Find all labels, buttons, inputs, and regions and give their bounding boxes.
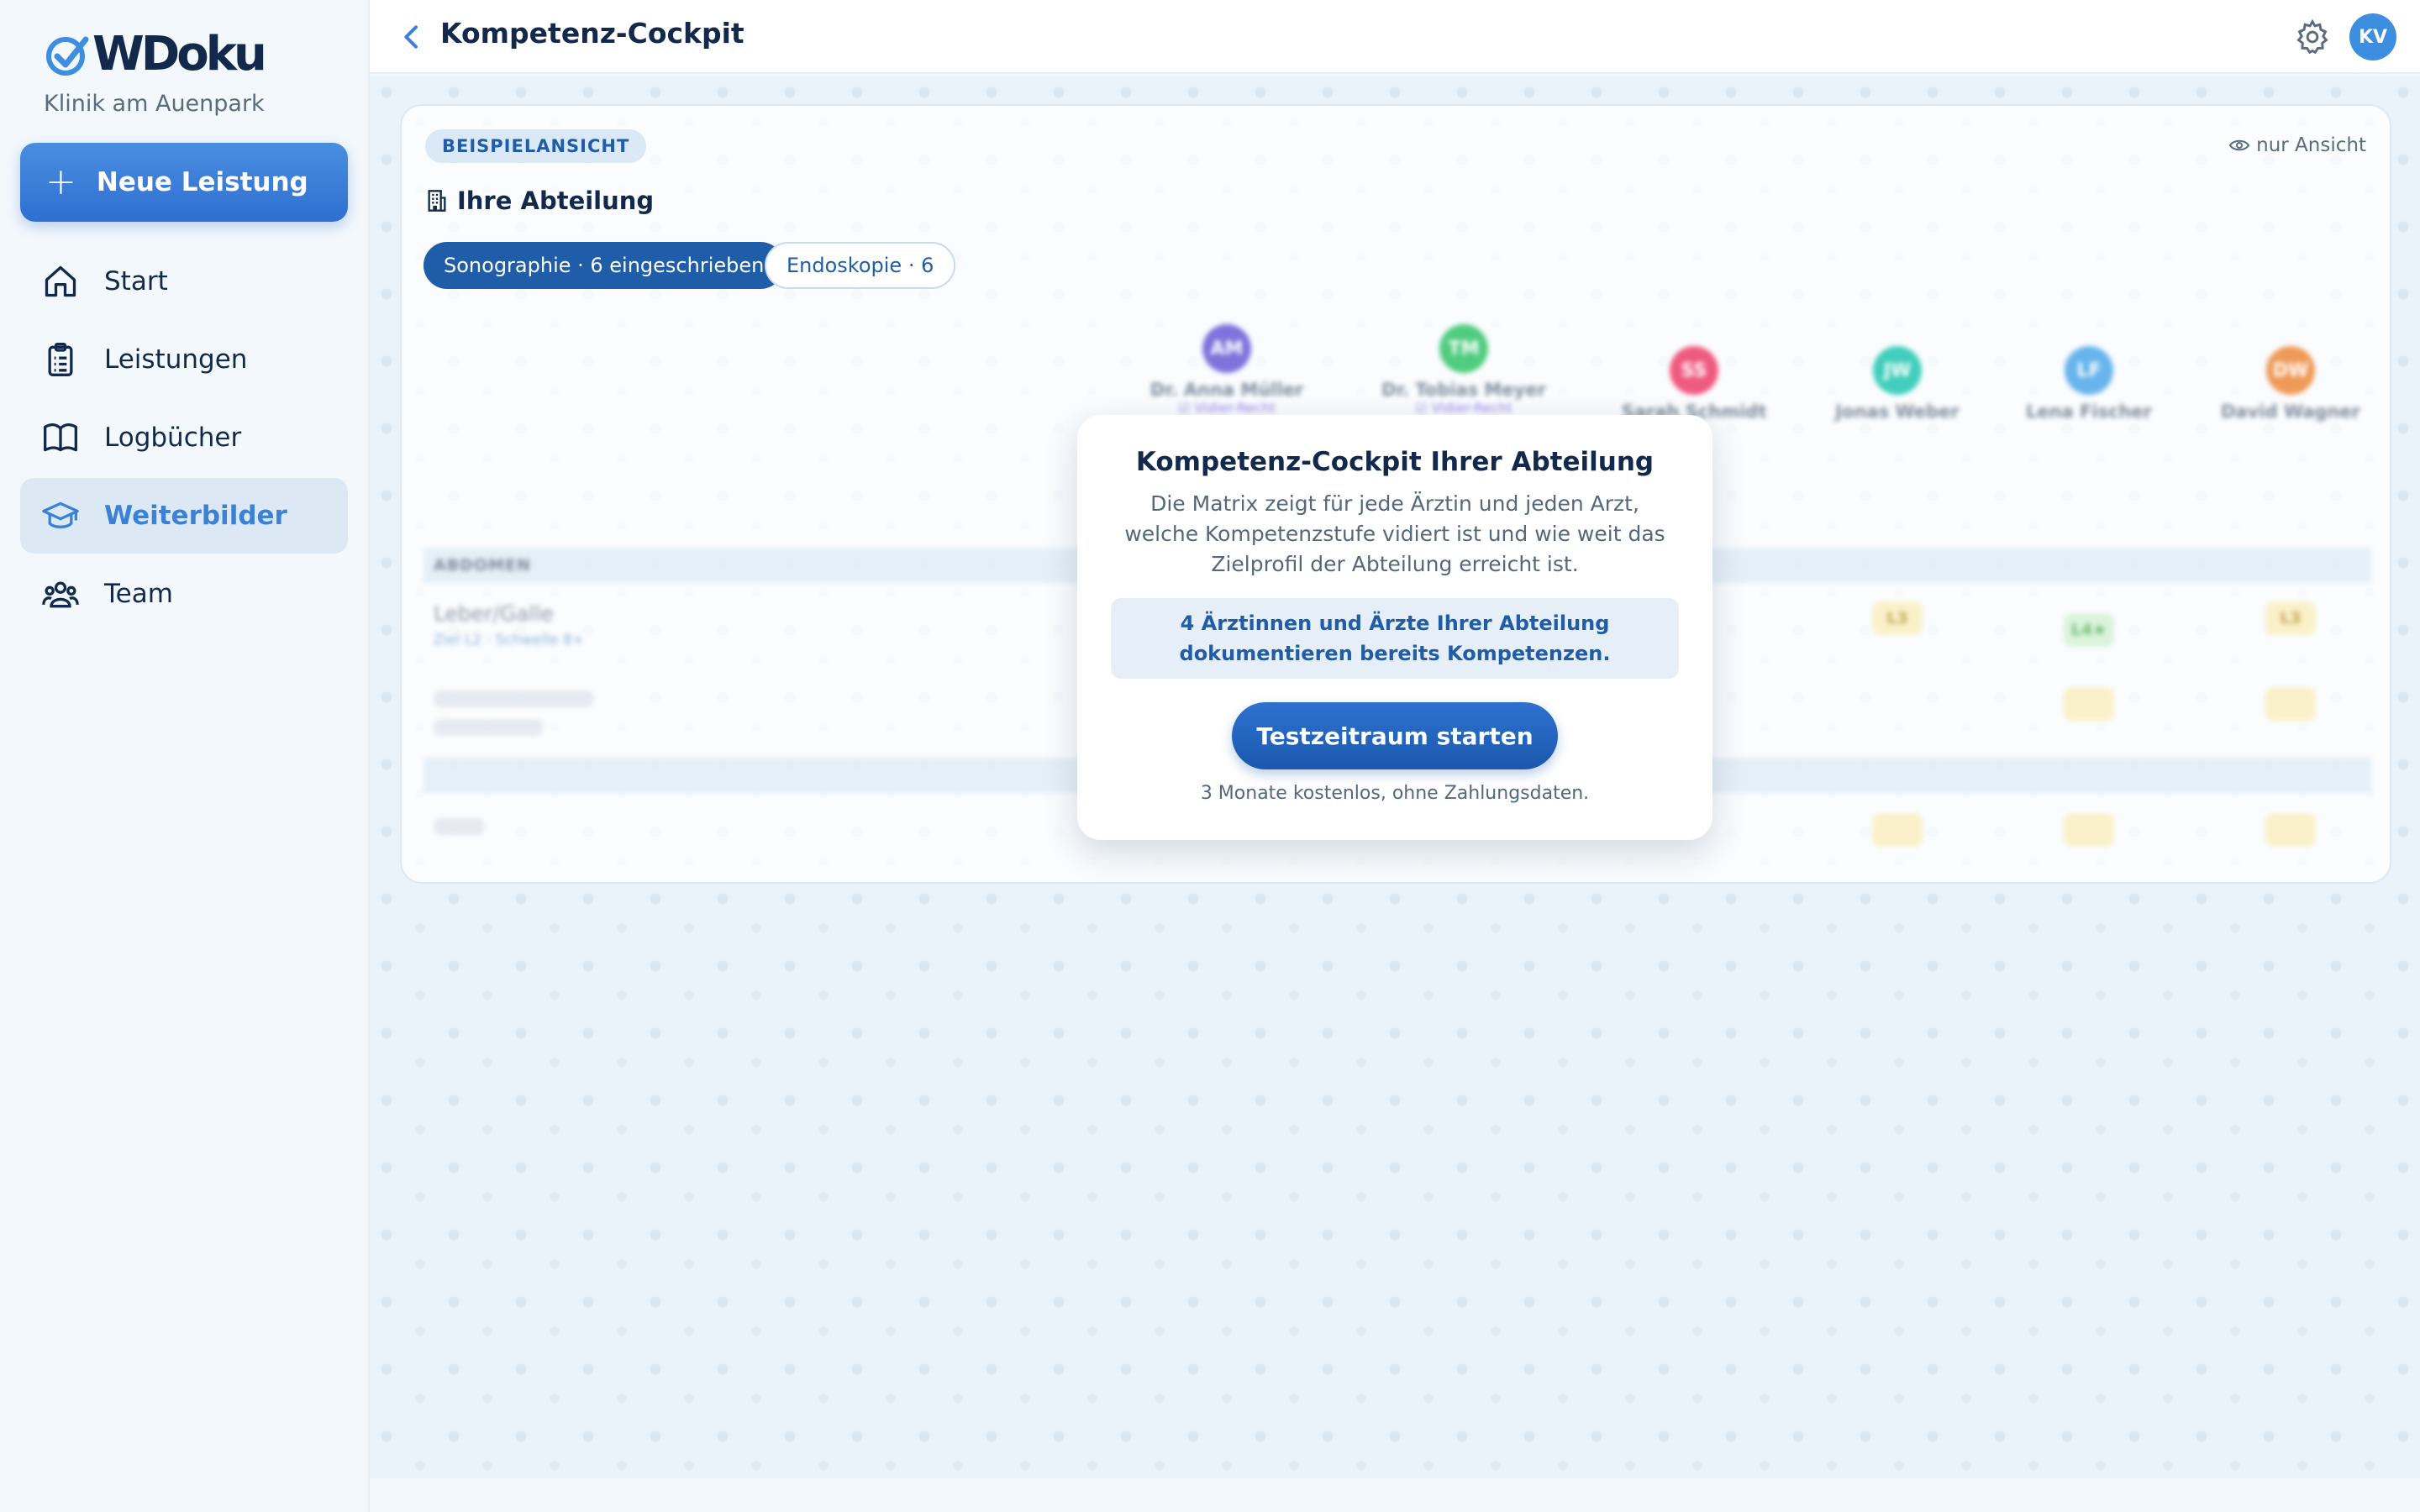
doctor-name: David Wagner — [2220, 402, 2360, 422]
dialog-title: Kompetenz-Cockpit Ihrer Abteilung — [1135, 447, 1655, 477]
view-only-label: nur Ansicht — [2256, 134, 2366, 156]
clinic-name: Klinik am Auenpark — [44, 91, 265, 117]
tab-sonographie[interactable]: Sonographie · 6 eingeschrieben — [424, 242, 785, 289]
sidebar-item-label: Logbücher — [104, 423, 242, 453]
sidebar-item-logbuecher[interactable]: Logbücher — [20, 400, 348, 475]
tab-endoskopie[interactable]: Endoskopie · 6 — [765, 242, 956, 289]
avatar: JW — [1873, 346, 1922, 395]
competence-cell: L3 — [1872, 601, 1923, 635]
doctor-column: JW Jonas Weber — [1805, 346, 1990, 422]
new-service-button[interactable]: + Neue Leistung — [20, 143, 348, 222]
book-icon — [44, 423, 77, 452]
upgrade-dialog: Kompetenz-Cockpit Ihrer Abteilung Die Ma… — [1077, 415, 1712, 840]
placeholder-row — [434, 719, 543, 736]
sidebar-item-team[interactable]: Team — [20, 556, 348, 632]
dialog-note: 3 Monate kostenlos, ohne Zahlungsdaten. — [1200, 783, 1590, 804]
graduation-cap-icon — [42, 501, 79, 528]
plus-icon: + — [45, 160, 76, 203]
doctor-name: Dr. Anna Müller — [1150, 380, 1304, 400]
eye-icon — [2229, 139, 2250, 151]
row-sublabel: Ziel L2 · Schwelle 8+ — [434, 632, 585, 648]
vidier-right-label: ☑ Vidier-Recht — [1415, 400, 1512, 416]
team-icon — [42, 581, 79, 608]
row-label: Leber/Galle — [434, 601, 554, 626]
sidebar-item-weiterbilder[interactable]: Weiterbilder — [20, 478, 348, 554]
competence-cell — [2265, 687, 2316, 721]
doctor-column: SS Sarah Schmidt — [1602, 346, 1786, 422]
new-service-label: Neue Leistung — [96, 167, 308, 197]
competence-cell — [1872, 813, 1923, 847]
placeholder-row — [434, 690, 593, 707]
competence-cell — [2265, 813, 2316, 847]
top-bar: Kompetenz-Cockpit KV — [370, 0, 2420, 74]
example-badge: BEISPIELANSICHT — [425, 129, 647, 163]
doctor-name: Dr. Tobias Meyer — [1381, 380, 1546, 400]
avatar: AM — [1202, 324, 1251, 373]
competence-cell: L4★ — [2064, 613, 2114, 647]
doctor-column: LF Lena Fischer — [1996, 346, 2181, 422]
start-trial-button[interactable]: Testzeitraum starten — [1232, 702, 1558, 769]
logo-text: WDoku — [92, 27, 267, 81]
avatar: LF — [2065, 346, 2113, 395]
check-circle-icon — [46, 36, 89, 76]
sidebar-item-start[interactable]: Start — [20, 244, 348, 319]
doctor-column: TM Dr. Tobias Meyer ☑ Vidier-Recht — [1371, 324, 1556, 416]
building-icon — [428, 190, 446, 212]
view-only-indicator: nur Ansicht — [2229, 134, 2366, 156]
doctor-column: AM Dr. Anna Müller ☑ Vidier-Recht — [1134, 324, 1319, 416]
avatar: SS — [1670, 346, 1718, 395]
home-icon — [45, 265, 76, 297]
placeholder-row — [434, 818, 484, 835]
avatar: TM — [1439, 324, 1488, 373]
sidebar-item-label: Start — [104, 266, 168, 297]
back-arrow-icon[interactable] — [395, 20, 429, 54]
competence-cell: L3 — [2265, 601, 2316, 635]
doctor-name: Jonas Weber — [1835, 402, 1960, 422]
doctor-column: DW David Wagner — [2198, 346, 2383, 422]
user-avatar[interactable]: KV — [2349, 13, 2396, 60]
sidebar-item-label: Team — [104, 579, 173, 609]
sidebar: WDoku Klinik am Auenpark + Neue Leistung… — [0, 0, 370, 1512]
department-label: Ihre Abteilung — [457, 186, 655, 215]
dialog-description: Die Matrix zeigt für jede Ärztin und jed… — [1124, 491, 1665, 576]
page-title: Kompetenz-Cockpit — [440, 17, 744, 50]
dialog-info-box: 4 Ärztinnen und Ärzte Ihrer Abteilung do… — [1111, 598, 1679, 679]
competence-cell — [2064, 687, 2114, 721]
sidebar-item-label: Leistungen — [104, 344, 248, 375]
clipboard-icon — [48, 343, 73, 376]
gear-icon[interactable] — [2294, 18, 2331, 55]
sidebar-nav: Start Leistungen Logbücher Weiterbilder … — [20, 244, 348, 634]
sidebar-item-leistungen[interactable]: Leistungen — [20, 322, 348, 397]
vidier-right-label: ☑ Vidier-Recht — [1178, 400, 1276, 416]
section-label: ABDOMEN — [434, 556, 531, 575]
doctor-name: Lena Fischer — [2025, 402, 2153, 422]
competence-cell — [2064, 813, 2114, 847]
sidebar-item-label: Weiterbilder — [104, 501, 287, 531]
logo[interactable]: WDoku — [44, 25, 267, 84]
avatar: DW — [2266, 346, 2315, 395]
department-heading: Ihre Abteilung — [425, 186, 654, 215]
